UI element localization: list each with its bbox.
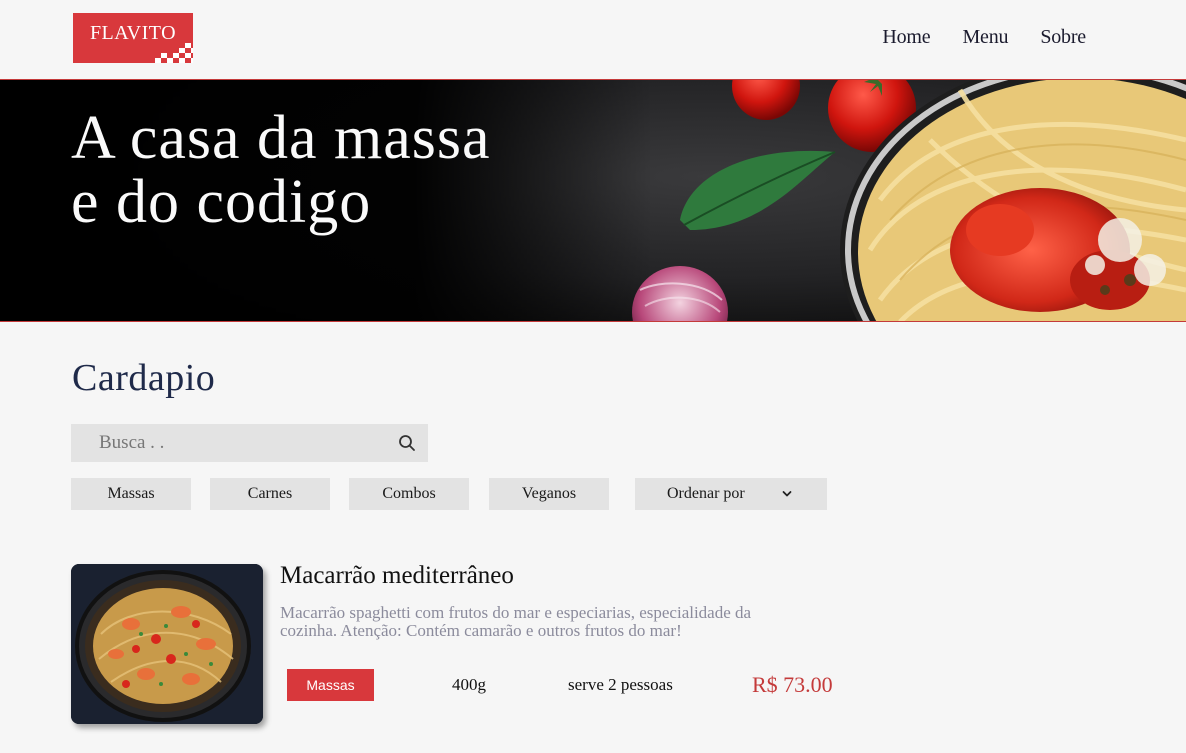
logo-text: FLAVITO [89, 22, 177, 44]
dish-image[interactable] [71, 564, 263, 724]
dish-price: R$ 73.00 [752, 672, 833, 697]
section-title: Cardapio [72, 357, 216, 399]
dish-category-badge: Massas [287, 669, 374, 701]
chevron-down-icon [782, 491, 792, 497]
site-header: FLAVITO Home Menu Sobre [0, 0, 1186, 80]
dish-weight: 400g [452, 675, 486, 694]
nav-sobre[interactable]: Sobre [1040, 26, 1086, 49]
brand-logo[interactable]: FLAVITO [73, 13, 193, 63]
search-bar [71, 424, 428, 462]
search-icon[interactable] [398, 434, 416, 452]
filter-veganos[interactable]: Veganos [489, 478, 609, 510]
dish-serves: serve 2 pessoas [568, 675, 673, 694]
hero-title: A casa da massa e do codigo [71, 104, 491, 236]
sort-dropdown[interactable]: Ordenar por [635, 478, 827, 510]
nav-home[interactable]: Home [882, 26, 930, 49]
search-input[interactable] [71, 424, 391, 462]
filter-massas[interactable]: Massas [71, 478, 191, 510]
sort-label: Ordenar por [667, 485, 745, 502]
dish-description: Macarrão spaghetti com frutos do mar e e… [280, 603, 752, 640]
nav-menu[interactable]: Menu [962, 26, 1008, 49]
checker-pattern-icon [155, 43, 193, 63]
filter-combos[interactable]: Combos [349, 478, 469, 510]
hero-banner: A casa da massa e do codigo [0, 80, 1186, 322]
dish-name[interactable]: Macarrão mediterrâneo [280, 562, 514, 590]
filter-carnes[interactable]: Carnes [210, 478, 330, 510]
main-nav: Home Menu Sobre [882, 26, 1086, 49]
dish-pasta-photo [71, 564, 263, 724]
